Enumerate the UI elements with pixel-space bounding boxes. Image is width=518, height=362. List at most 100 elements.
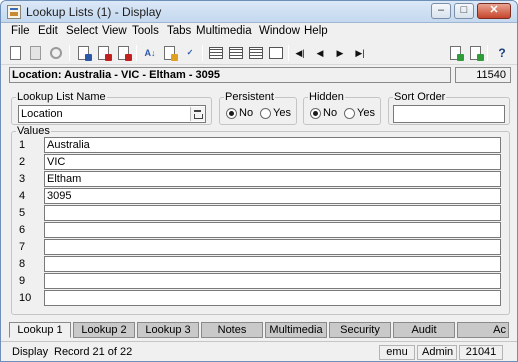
value-row-number: 4	[19, 190, 26, 202]
value-field-7[interactable]	[44, 239, 501, 255]
value-row-number: 2	[19, 156, 26, 168]
persistent-group: Persistent No Yes	[219, 91, 297, 125]
view-table-icon[interactable]	[227, 44, 245, 62]
value-field-2[interactable]: VIC	[44, 154, 501, 170]
toolbar-separator	[69, 45, 70, 61]
value-row-number: 10	[19, 292, 32, 304]
hidden-no-radio[interactable]	[310, 108, 321, 119]
status-user: emu	[379, 345, 415, 360]
hidden-no-label: No	[323, 107, 338, 119]
new-icon[interactable]	[7, 44, 25, 62]
persistent-yes-radio[interactable]	[260, 108, 271, 119]
status-record: Record 21 of 22	[54, 346, 133, 358]
copy-record-icon[interactable]	[75, 44, 93, 62]
value-field-5[interactable]	[44, 205, 501, 221]
tab-lookup-3[interactable]: Lookup 3	[137, 322, 199, 338]
lookup-list-name-group: Lookup List Name Location	[11, 91, 212, 125]
lookup-list-name-label: Lookup List Name	[16, 91, 107, 103]
tab-multimedia[interactable]: Multimedia	[265, 322, 327, 338]
hidden-yes-label: Yes	[357, 107, 375, 119]
tab-lookup-2[interactable]: Lookup 2	[73, 322, 135, 338]
minimize-button[interactable]: –	[431, 3, 451, 19]
maximize-button[interactable]: □	[454, 3, 474, 19]
value-row-number: 5	[19, 207, 26, 219]
save-icon[interactable]	[27, 44, 45, 62]
view-list-icon[interactable]	[207, 44, 225, 62]
tab-audit[interactable]: Audit	[393, 322, 455, 338]
sort-order-field[interactable]	[393, 105, 505, 123]
value-field-1[interactable]: Australia	[44, 137, 501, 153]
record-number: 11540	[455, 67, 511, 83]
lookup-picker-icon[interactable]	[190, 107, 205, 121]
location-path: Location: Australia - VIC - Eltham - 309…	[9, 67, 451, 83]
lookup-list-name-field[interactable]: Location	[18, 105, 206, 123]
view-page-icon[interactable]	[247, 44, 265, 62]
menu-help[interactable]: Help	[304, 25, 328, 37]
sort-order-label: Sort Order	[393, 91, 447, 103]
value-row-number: 8	[19, 258, 26, 270]
status-bar: Display Record 21 of 22 emu Admin 21041	[1, 341, 517, 361]
toolbar-separator	[136, 45, 137, 61]
menu-edit[interactable]: Edit	[38, 25, 58, 37]
persistent-label: Persistent	[224, 91, 275, 103]
sort-order-group: Sort Order	[388, 91, 510, 125]
value-row-number: 3	[19, 173, 26, 185]
toolbar-separator	[202, 45, 203, 61]
spellcheck-icon[interactable]: ✓	[181, 44, 199, 62]
value-field-10[interactable]	[44, 290, 501, 306]
value-row-number: 1	[19, 139, 26, 151]
cancel-icon[interactable]	[47, 44, 65, 62]
value-field-6[interactable]	[44, 222, 501, 238]
status-code: 21041	[459, 345, 503, 360]
menu-view[interactable]: View	[102, 25, 127, 37]
menu-tabs[interactable]: Tabs	[167, 25, 191, 37]
tab-ac[interactable]: Ac	[457, 322, 509, 338]
add-item-icon[interactable]	[447, 44, 465, 62]
previous-record-icon[interactable]: ◀	[311, 44, 329, 62]
last-record-icon[interactable]: ▶|	[351, 44, 369, 62]
status-role: Admin	[417, 345, 457, 360]
value-field-4[interactable]: 3095	[44, 188, 501, 204]
persistent-no-label: No	[239, 107, 254, 119]
value-row-number: 7	[19, 241, 26, 253]
toolbar: A↓ ✓ ◀| ◀ ▶ ▶| ?	[1, 41, 517, 65]
title-bar[interactable]: Lookup Lists (1) - Display – □ ✕	[1, 1, 517, 23]
help-icon[interactable]: ?	[493, 44, 511, 62]
tab-strip: Lookup 1 Lookup 2 Lookup 3 Notes Multime…	[9, 322, 509, 338]
value-field-9[interactable]	[44, 273, 501, 289]
persistent-yes-label: Yes	[273, 107, 291, 119]
value-row-number: 6	[19, 224, 26, 236]
next-record-icon[interactable]: ▶	[331, 44, 349, 62]
status-mode: Display	[12, 346, 49, 358]
move-record-icon[interactable]	[115, 44, 133, 62]
menu-select[interactable]: Select	[66, 25, 98, 37]
toolbar-separator	[487, 45, 488, 61]
persistent-no-radio[interactable]	[226, 108, 237, 119]
values-label: Values	[16, 125, 51, 137]
tab-security[interactable]: Security	[329, 322, 391, 338]
value-row-number: 9	[19, 275, 26, 287]
menu-tools[interactable]: Tools	[132, 25, 159, 37]
menu-multimedia[interactable]: Multimedia	[196, 25, 252, 37]
close-button[interactable]: ✕	[477, 3, 511, 19]
app-icon	[7, 5, 21, 19]
hidden-group: Hidden No Yes	[303, 91, 381, 125]
menu-window[interactable]: Window	[259, 25, 300, 37]
remove-item-icon[interactable]	[467, 44, 485, 62]
hidden-label: Hidden	[308, 91, 345, 103]
value-field-8[interactable]	[44, 256, 501, 272]
window-title: Lookup Lists (1) - Display	[26, 5, 162, 19]
menu-file[interactable]: File	[11, 25, 30, 37]
first-record-icon[interactable]: ◀|	[291, 44, 309, 62]
sort-icon[interactable]: A↓	[141, 44, 159, 62]
view-record-icon[interactable]	[267, 44, 285, 62]
delete-record-icon[interactable]	[95, 44, 113, 62]
hidden-yes-radio[interactable]	[344, 108, 355, 119]
tab-lookup-1[interactable]: Lookup 1	[9, 322, 71, 338]
toolbar-separator	[288, 45, 289, 61]
edit-icon[interactable]	[161, 44, 179, 62]
value-field-3[interactable]: Eltham	[44, 171, 501, 187]
lookup-lists-window: Lookup Lists (1) - Display – □ ✕ File Ed…	[0, 0, 518, 362]
menu-bar: File Edit Select View Tools Tabs Multime…	[1, 23, 517, 41]
tab-notes[interactable]: Notes	[201, 322, 263, 338]
